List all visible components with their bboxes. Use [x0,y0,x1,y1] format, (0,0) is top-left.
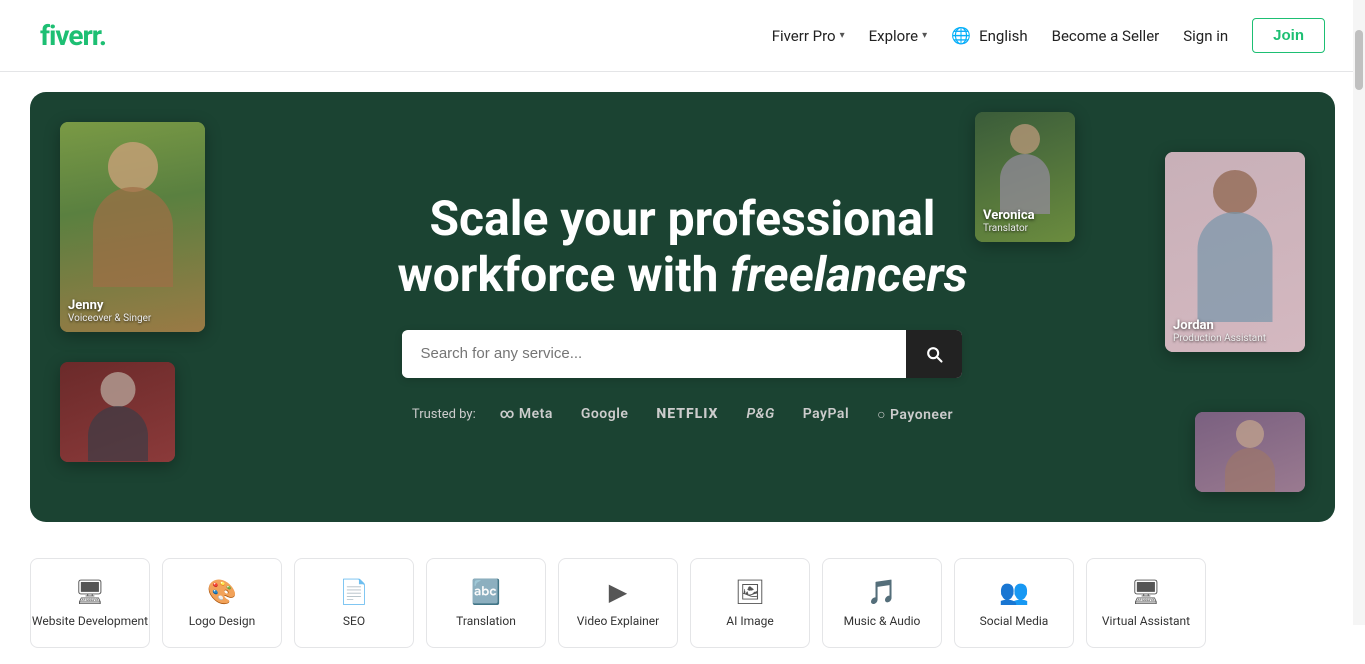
hero-title: Scale your professional workforce with f… [397,191,967,301]
category-label: Logo Design [189,614,256,628]
chevron-down-icon: ▾ [840,30,845,41]
category-card-seo[interactable]: 📄 SEO [294,558,414,648]
category-card-website-dev[interactable]: 🖥 Website Development [30,558,150,648]
category-icon: 👥 [999,578,1029,606]
category-card-social-media[interactable]: 👥 Social Media [954,558,1074,648]
freelancer-card-jenny: Jenny Voiceover & Singer [60,122,205,332]
scrollbar[interactable] [1353,0,1365,625]
category-icon: 🖥 [75,578,105,606]
category-card-logo-design[interactable]: 🎨 Logo Design [162,558,282,648]
logo-meta: ∞ Meta [500,406,553,422]
nav-become-seller[interactable]: Become a Seller [1052,27,1160,45]
category-label: Virtual Assistant [1102,614,1190,628]
category-card-virtual-assistant[interactable]: 🖥 Virtual Assistant [1086,558,1206,648]
trusted-by-label: Trusted by: [412,407,476,422]
header: fiverr. Fiverr Pro ▾ Explore ▾ 🌐 English… [0,0,1365,72]
nav-explore[interactable]: Explore ▾ [869,27,928,45]
search-button[interactable] [906,330,962,378]
logo-payoneer: ○ Payoneer [877,406,953,423]
freelancer-card-bottom-right [1195,412,1305,492]
chevron-down-icon: ▾ [922,30,927,41]
hero-title-italic: freelancers [730,246,967,303]
category-icon: ▶ [609,578,627,606]
category-icon: 🖥 [1131,578,1161,606]
categories-strip: 🖥 Website Development 🎨 Logo Design 📄 SE… [0,542,1365,664]
category-card-music-audio[interactable]: 🎵 Music & Audio [822,558,942,648]
category-icon: 📄 [339,578,369,606]
explore-label: Explore [869,27,919,45]
category-card-video-explainer[interactable]: ▶ Video Explainer [558,558,678,648]
logo-paypal: PayPal [803,406,849,422]
freelancer-name-jordan: Jordan [1173,318,1266,333]
trusted-logos: ∞ Meta Google NETFLIX P&G PayPal ○ Payon… [500,406,953,423]
scrollbar-thumb[interactable] [1355,30,1363,90]
freelancer-name-veronica: Veronica [983,208,1035,223]
category-label: Social Media [980,614,1049,628]
search-icon [924,344,944,364]
main-nav: Fiverr Pro ▾ Explore ▾ 🌐 English Become … [772,18,1325,53]
category-card-ai-image[interactable]: 🖼 AI Image [690,558,810,648]
logo-pg: P&G [746,406,774,422]
join-button[interactable]: Join [1252,18,1325,53]
logo-text: fiverr [40,19,99,52]
category-label: Translation [456,614,516,628]
freelancer-role-jordan: Production Assistant [1173,333,1266,344]
logo-google: Google [581,406,629,422]
freelancer-role-veronica: Translator [983,223,1035,234]
category-icon: 🎨 [207,578,237,606]
logo-dot: . [99,19,106,52]
trusted-by-section: Trusted by: ∞ Meta Google NETFLIX P&G Pa… [397,406,967,423]
logo[interactable]: fiverr. [40,19,106,52]
category-label: Video Explainer [577,614,659,628]
category-icon: 🖼 [735,578,765,606]
logo-netflix: NETFLIX [656,406,718,422]
globe-icon: 🌐 [951,26,971,45]
hero-content: Scale your professional workforce with f… [377,191,987,422]
freelancer-card-veronica: Veronica Translator [975,112,1075,242]
nav-sign-in[interactable]: Sign in [1183,27,1228,45]
freelancer-role-jenny: Voiceover & Singer [68,313,151,324]
category-label: Music & Audio [844,614,921,628]
category-icon: 🔤 [471,578,501,606]
search-input[interactable] [402,331,906,376]
sign-in-label: Sign in [1183,27,1228,45]
hero-section: Jenny Voiceover & Singer Veronica Transl… [30,92,1335,522]
language-label: English [979,27,1028,45]
nav-fiverr-pro[interactable]: Fiverr Pro ▾ [772,27,845,45]
freelancer-card-bottom-left [60,362,175,462]
category-card-translation[interactable]: 🔤 Translation [426,558,546,648]
hero-title-line2: workforce with [397,246,730,303]
freelancer-name-jenny: Jenny [68,298,151,313]
nav-language[interactable]: 🌐 English [951,26,1027,45]
fiverr-pro-label: Fiverr Pro [772,27,836,45]
search-bar [402,330,962,378]
category-label: AI Image [726,614,773,628]
become-seller-label: Become a Seller [1052,27,1160,45]
category-label: SEO [343,614,365,628]
freelancer-card-jordan: Jordan Production Assistant [1165,152,1305,352]
hero-title-line1: Scale your professional [429,190,935,247]
category-label: Website Development [32,614,148,628]
category-icon: 🎵 [867,578,897,606]
